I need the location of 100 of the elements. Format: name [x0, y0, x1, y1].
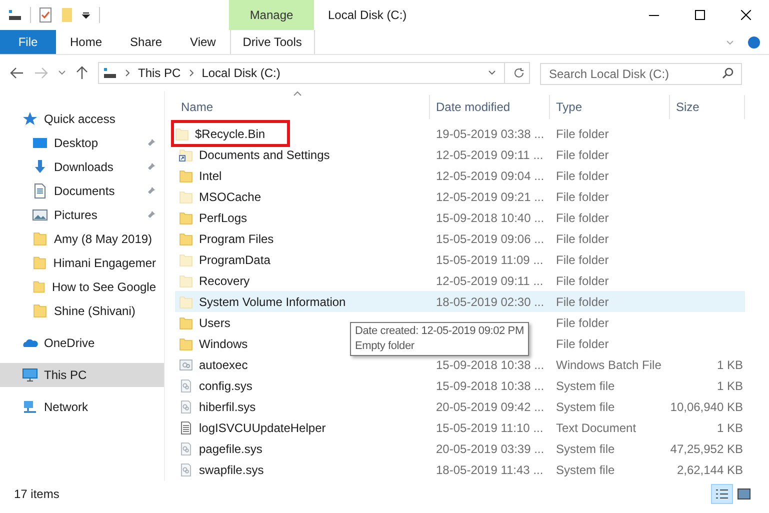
date-modified: 12-05-2019 09:04 ...	[436, 168, 544, 182]
context-tab-group-header: Manage	[229, 0, 314, 30]
pin-icon	[146, 186, 156, 196]
chevron-down-icon[interactable]	[58, 70, 66, 76]
nav-item[interactable]: This PC	[0, 363, 164, 387]
date-modified: 15-05-2019 11:10 ...	[436, 420, 544, 434]
file-type: File folder	[556, 126, 609, 140]
tooltip-text: Date created: 12-05-2019 09:02 PM	[355, 324, 524, 339]
dropdown-icon[interactable]	[81, 10, 91, 20]
nav-item[interactable]: Quick access	[0, 107, 164, 131]
nav-item[interactable]: How to See Google	[0, 275, 164, 299]
column-header[interactable]: Date modified	[430, 95, 550, 119]
tooltip-text: Empty folder	[355, 339, 416, 354]
file-name: MSOCache	[199, 188, 262, 206]
document-icon	[32, 183, 48, 199]
folder-icon	[32, 255, 48, 271]
date-modified: 12-05-2019 09:11 ...	[436, 274, 544, 288]
file-name: Recovery	[199, 272, 250, 290]
text-file-icon	[179, 420, 193, 434]
close-icon[interactable]	[741, 10, 751, 20]
search-field[interactable]: Search Local Disk (C:)	[540, 63, 742, 85]
file-name: Users	[199, 314, 230, 332]
back-arrow-icon[interactable]	[10, 67, 24, 79]
picture-icon	[32, 207, 48, 223]
nav-item[interactable]: Amy (8 May 2019)	[0, 227, 164, 251]
folder-icon	[32, 303, 48, 319]
gear-file-icon	[179, 378, 193, 392]
file-name: ProgramData	[199, 252, 270, 268]
date-modified: 19-05-2019 03:38 ...	[436, 126, 544, 140]
ribbon-tab[interactable]: File	[0, 30, 56, 54]
star-icon	[22, 111, 38, 127]
nav-item[interactable]: Shine (Shivani)	[0, 299, 164, 323]
folder-icon	[179, 294, 193, 308]
nav-item[interactable]: Pictures	[0, 203, 164, 227]
gear-file-icon	[179, 400, 193, 414]
folder-icon	[32, 231, 48, 247]
file-name: logISVCUUpdateHelper	[199, 420, 326, 436]
maximize-icon[interactable]	[695, 10, 705, 20]
drive-icon	[8, 9, 22, 21]
file-name: Windows	[199, 336, 248, 352]
pin-icon	[146, 138, 156, 148]
refresh-icon[interactable]	[513, 67, 525, 79]
folder-icon	[179, 190, 193, 204]
date-modified: 15-09-2018 10:40 ...	[436, 210, 544, 224]
folder-icon	[32, 279, 46, 295]
chevron-down-icon[interactable]	[488, 70, 496, 76]
file-name: Program Files	[199, 230, 274, 248]
highlighted-file-row[interactable]: System Volume Information 18-05-2019 02:30 ... File folder	[175, 291, 745, 312]
file-type: File folder	[556, 210, 609, 224]
item-count: 17 items	[14, 486, 60, 503]
file-name: PerfLogs	[199, 210, 248, 226]
ribbon-tab[interactable]: Drive Tools	[230, 30, 315, 54]
date-modified: 15-09-2018 10:38 ...	[436, 358, 544, 372]
picture-icon	[737, 488, 751, 500]
date-modified: 15-05-2019 11:09 ...	[436, 252, 544, 266]
folder-icon	[179, 210, 193, 224]
file-type: File folder	[556, 232, 609, 246]
file-type: System file	[556, 378, 615, 392]
pin-icon	[146, 162, 156, 172]
column-header[interactable]: Size	[670, 95, 745, 119]
file-type: System file	[556, 400, 615, 414]
up-arrow-icon[interactable]	[76, 66, 88, 80]
nav-item[interactable]: Himani Engagemer	[0, 251, 164, 275]
nav-item[interactable]: Desktop	[0, 131, 164, 155]
nav-item[interactable]: OneDrive	[0, 331, 164, 355]
file-type: File folder	[556, 148, 609, 162]
file-name: autoexec	[199, 356, 248, 374]
file-name: Documents and Settings	[199, 146, 330, 164]
file-name: Intel	[199, 168, 222, 184]
network-icon	[22, 399, 38, 415]
folder-icon	[179, 316, 193, 330]
address-bar[interactable]: This PC Local Disk (C:)	[98, 62, 530, 84]
file-type: File folder	[556, 294, 609, 308]
column-header[interactable]: Type	[550, 95, 670, 119]
file-size: 1 KB	[716, 420, 743, 434]
checklist-icon[interactable]	[39, 7, 53, 23]
file-name: config.sys	[199, 378, 252, 394]
details-view-button[interactable]	[711, 484, 733, 504]
file-name: swapfile.sys	[199, 462, 264, 478]
nav-item[interactable]: Downloads	[0, 155, 164, 179]
file-size: 1 KB	[716, 358, 743, 372]
ribbon-tab[interactable]: Home	[56, 30, 116, 54]
date-modified: 18-05-2019 02:30 ...	[436, 294, 544, 308]
nav-item[interactable]: Documents	[0, 179, 164, 203]
download-icon	[32, 159, 48, 175]
gear-file-icon	[179, 442, 193, 456]
ribbon-tab[interactable]: View	[176, 30, 230, 54]
breadcrumb[interactable]: Local Disk (C:)	[202, 64, 280, 82]
date-modified: 15-09-2018 10:38 ...	[436, 378, 544, 392]
nav-item[interactable]: Network	[0, 395, 164, 419]
folder-icon	[175, 126, 189, 140]
sort-caret-icon	[293, 91, 302, 96]
file-size: 2,62,144 KB	[676, 462, 743, 476]
breadcrumb[interactable]: This PC	[138, 64, 181, 82]
date-modified: 12-05-2019 09:11 ...	[436, 148, 544, 162]
date-modified: 12-05-2019 09:21 ...	[436, 190, 544, 204]
ribbon-tab[interactable]: Share	[116, 30, 176, 54]
file-size: 47,25,952 KB	[670, 442, 743, 456]
column-header[interactable]: Name	[175, 95, 430, 119]
desktop-icon	[32, 135, 48, 151]
